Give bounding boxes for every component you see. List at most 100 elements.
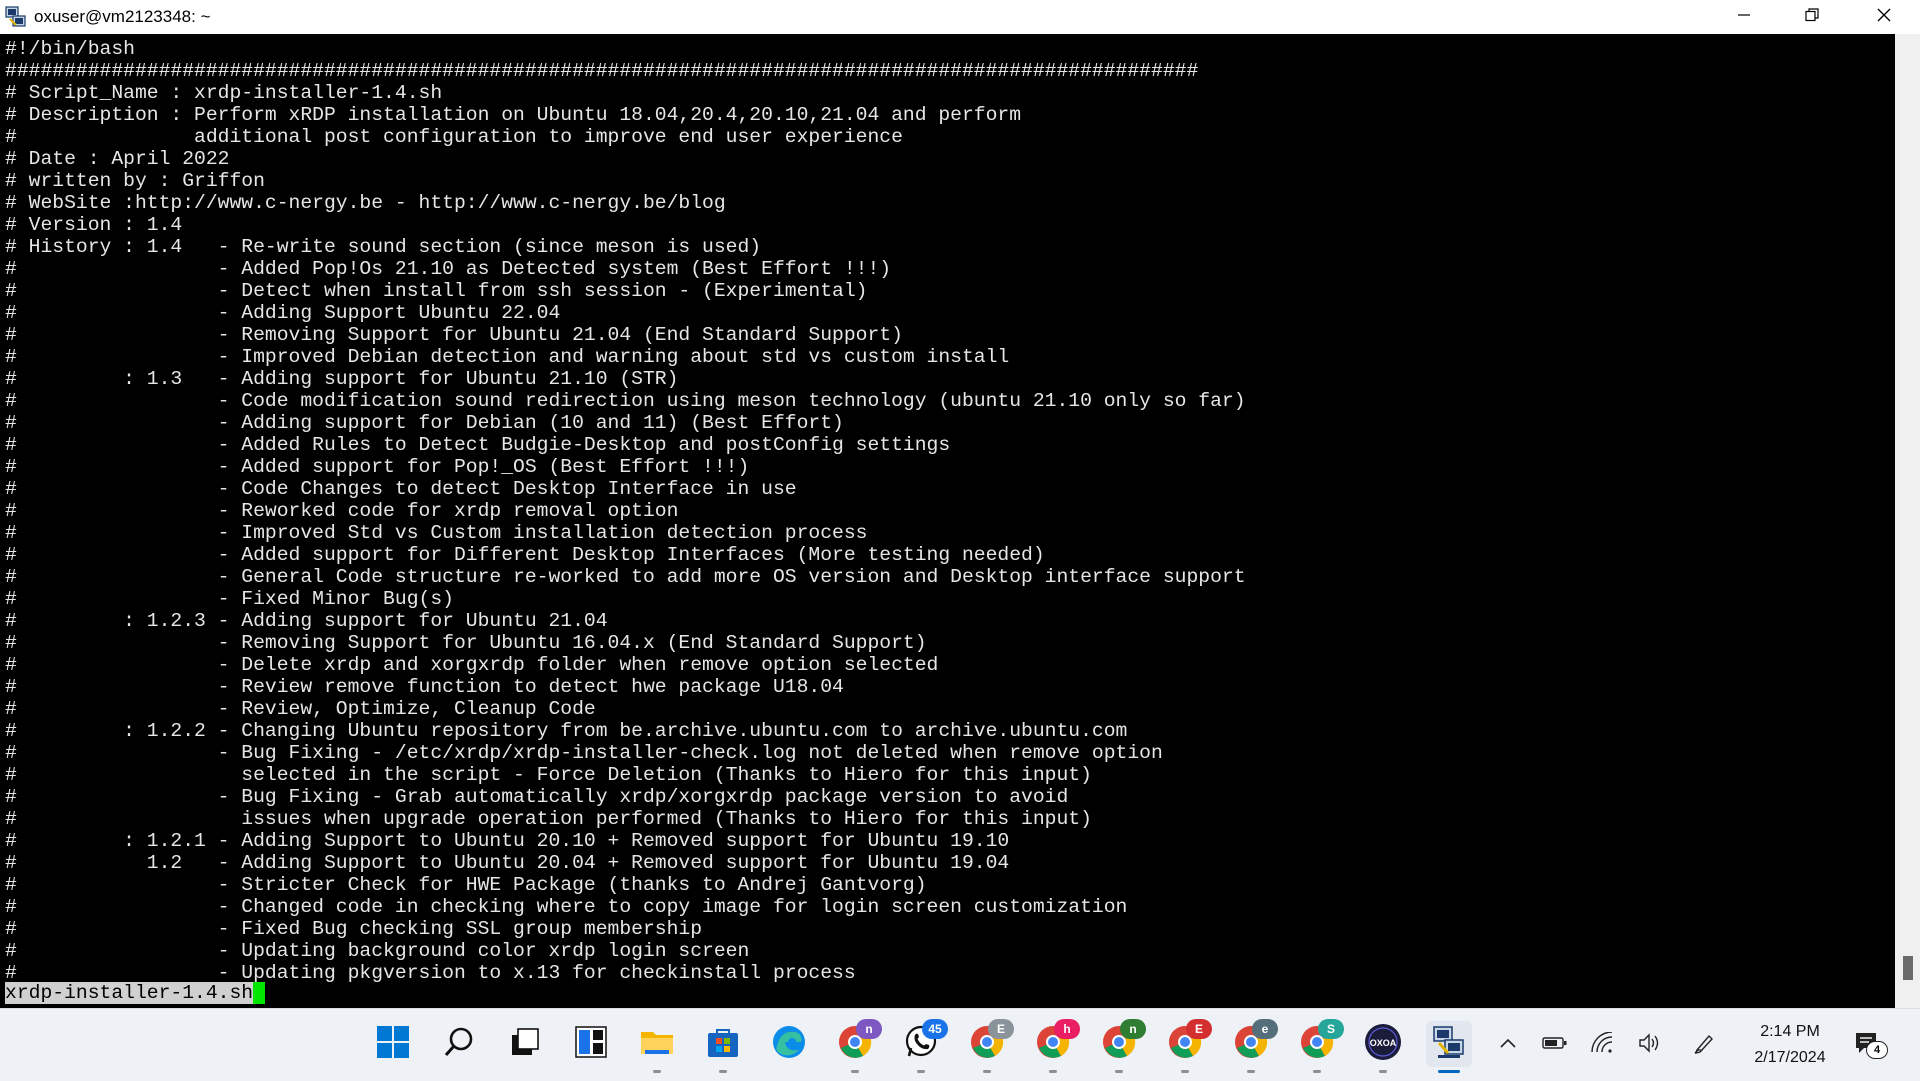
pen-menu-button[interactable] — [1690, 1031, 1718, 1059]
terminal-line: # - Review, Optimize, Cleanup Code — [5, 698, 596, 720]
folder-icon — [639, 1026, 675, 1063]
terminal-line: # Date : April 2022 — [5, 148, 230, 170]
terminal-line: # - Adding support for Debian (10 and 11… — [5, 412, 844, 434]
edge-icon — [771, 1024, 807, 1065]
wifi-icon — [1590, 1030, 1614, 1059]
terminal-line: # additional post configuration to impro… — [5, 126, 903, 148]
running-indicator — [1313, 1070, 1321, 1073]
terminal-line: # Script_Name : xrdp-installer-1.4.sh — [5, 82, 443, 104]
battery-button[interactable] — [1541, 1031, 1569, 1059]
terminal-line: # - Detect when install from ssh session… — [5, 280, 868, 302]
terminal-line: # : 1.3 - Adding support for Ubuntu 21.1… — [5, 368, 679, 390]
running-indicator — [917, 1070, 925, 1073]
app-badge: h — [1054, 1019, 1080, 1039]
clock-button[interactable]: 2:14 PM 2/17/2024 — [1740, 1019, 1840, 1071]
terminal-line: # Version : 1.4 — [5, 214, 183, 236]
speaker-icon — [1637, 1032, 1663, 1059]
running-indicator — [1247, 1070, 1255, 1073]
terminal-status-line: xrdp-installer-1.4.sh — [5, 982, 266, 1004]
active-indicator — [1438, 1070, 1460, 1073]
terminal-line: # - Improved Std vs Custom installation … — [5, 522, 868, 544]
windows-logo-icon — [376, 1025, 410, 1064]
putty-icon — [1430, 1023, 1468, 1066]
notification-center-button[interactable]: 4 — [1854, 1031, 1888, 1059]
terminal-line: # - Updating background color xrdp login… — [5, 940, 750, 962]
terminal-line: # - Added Rules to Detect Budgie-Desktop… — [5, 434, 951, 456]
app-badge: E — [988, 1019, 1014, 1039]
terminal-line: # selected in the script - Force Deletio… — [5, 764, 1092, 786]
app-label: OXOA — [1369, 1038, 1397, 1048]
running-indicator — [851, 1070, 859, 1073]
task-view-icon — [509, 1026, 541, 1063]
app-badge: n — [1120, 1019, 1146, 1039]
start-button[interactable] — [370, 1021, 416, 1067]
chrome-profile-n-green-button[interactable]: n — [1096, 1019, 1146, 1073]
app-badge: n — [856, 1019, 882, 1039]
chrome-profile-e-gray-button[interactable]: E — [964, 1019, 1014, 1073]
terminal-line: # - Adding Support Ubuntu 22.04 — [5, 302, 561, 324]
terminal-line: # - General Code structure re-worked to … — [5, 566, 1246, 588]
minimize-icon — [1737, 8, 1751, 27]
volume-button[interactable] — [1636, 1031, 1664, 1059]
terminal-line: # - Code modification sound redirection … — [5, 390, 1246, 412]
running-indicator — [1049, 1070, 1057, 1073]
terminal-line: # - Stricter Check for HWE Package (than… — [5, 874, 927, 896]
terminal-line: # WebSite :http://www.c-nergy.be - http:… — [5, 192, 726, 214]
status-filename: xrdp-installer-1.4.sh — [5, 982, 254, 1004]
terminal-line: # 1.2 - Adding Support to Ubuntu 20.04 +… — [5, 852, 1010, 874]
close-button[interactable] — [1850, 0, 1918, 34]
terminal-line: # - Added support for Pop!_OS (Best Effo… — [5, 456, 750, 478]
chrome-profile-n-button[interactable]: n — [832, 1019, 882, 1073]
chrome-profile-e-red-button[interactable]: E — [1162, 1019, 1212, 1073]
vertical-scrollbar[interactable] — [1895, 34, 1920, 1008]
task-view-button[interactable] — [502, 1021, 548, 1067]
restore-button[interactable] — [1778, 0, 1846, 34]
search-button[interactable] — [436, 1021, 482, 1067]
oxoa-app-button[interactable]: OXOA — [1360, 1021, 1406, 1073]
terminal-line: # - Removing Support for Ubuntu 21.04 (E… — [5, 324, 903, 346]
pen-icon — [1693, 1032, 1715, 1059]
battery-icon — [1542, 1036, 1568, 1055]
running-indicator — [653, 1070, 661, 1073]
chrome-profile-s-button[interactable]: S — [1294, 1019, 1344, 1073]
terminal-line: # Description : Perform xRDP installatio… — [5, 104, 1022, 126]
app-badge: 45 — [922, 1019, 948, 1039]
terminal-line: # - Fixed Minor Bug(s) — [5, 588, 454, 610]
search-icon — [443, 1026, 475, 1063]
microsoft-store-button[interactable] — [700, 1021, 746, 1073]
window-title-bar[interactable]: oxuser@vm2123348: ~ — [0, 0, 1920, 34]
restore-icon — [1805, 7, 1819, 27]
terminal-line: # - Changed code in checking where to co… — [5, 896, 1128, 918]
close-icon — [1876, 7, 1892, 28]
terminal-line: # - Bug Fixing - /etc/xrdp/xrdp-installe… — [5, 742, 1163, 764]
chrome-profile-h-button[interactable]: h — [1030, 1019, 1080, 1073]
app-badge: E — [1186, 1019, 1212, 1039]
terminal-line: # - Fixed Bug checking SSL group members… — [5, 918, 703, 940]
terminal-line: # - Added support for Different Desktop … — [5, 544, 1045, 566]
running-indicator — [1181, 1070, 1189, 1073]
network-button[interactable] — [1588, 1030, 1616, 1059]
putty-button[interactable] — [1426, 1021, 1472, 1073]
show-hidden-icons-button[interactable] — [1494, 1031, 1522, 1059]
clock-time: 2:14 PM — [1760, 1023, 1820, 1040]
widgets-button[interactable] — [568, 1021, 614, 1067]
chrome-profile-e-dark-button[interactable]: e — [1228, 1019, 1278, 1073]
app-badge: e — [1252, 1019, 1278, 1039]
minimize-button[interactable] — [1710, 0, 1778, 34]
terminal-line: # History : 1.4 - Re-write sound section… — [5, 236, 762, 258]
scrollbar-thumb[interactable] — [1903, 956, 1913, 980]
terminal-line: # : 1.2.2 - Changing Ubuntu repository f… — [5, 720, 1128, 742]
running-indicator — [1379, 1070, 1387, 1073]
putty-app-icon[interactable] — [4, 5, 28, 29]
whatsapp-button[interactable]: 45 — [898, 1019, 948, 1073]
running-indicator — [983, 1070, 991, 1073]
terminal-output: #!/bin/bash #############################… — [5, 38, 1246, 984]
terminal-line: # written by : Griffon — [5, 170, 265, 192]
taskbar: n 45 Eh n Ee S OXOA 2:14 PM 2/17/2024 4 — [0, 1008, 1920, 1081]
terminal-line: # - Bug Fixing - Grab automatically xrdp… — [5, 786, 1069, 808]
edge-button[interactable] — [766, 1021, 812, 1067]
terminal-area[interactable]: #!/bin/bash #############################… — [0, 34, 1895, 1008]
window-title: oxuser@vm2123348: ~ — [34, 7, 211, 26]
file-explorer-button[interactable] — [634, 1021, 680, 1073]
terminal-line: # - Added Pop!Os 21.10 as Detected syste… — [5, 258, 892, 280]
